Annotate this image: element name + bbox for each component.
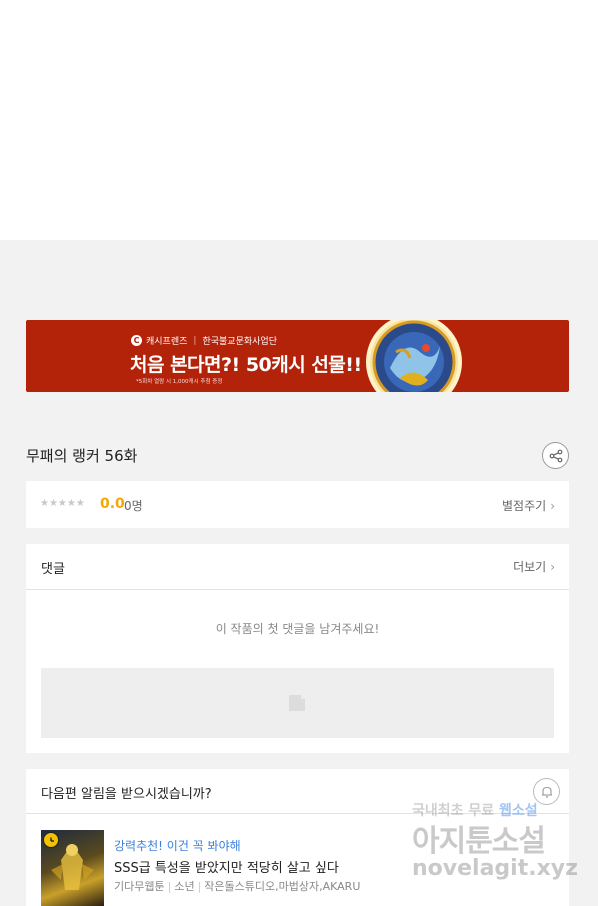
notify-card: 다음편 알림을 받으시겠습니까? 강력추천! 이건 꼭 봐야해 SSS급 특성을… bbox=[26, 769, 569, 906]
banner-headline: 처음 본다면?! 50캐시 선물!! bbox=[130, 354, 362, 376]
recommendation-category: 기다무웹툰 bbox=[114, 880, 165, 893]
episode-title: 무패의 랭커 56화 bbox=[26, 447, 138, 465]
recommendation-title[interactable]: SSS급 특성을 받았지만 적당히 살고 싶다 bbox=[114, 857, 339, 876]
notify-title: 다음편 알림을 받으시겠습니까? bbox=[41, 787, 212, 802]
clock-icon bbox=[43, 832, 59, 848]
promo-banner[interactable]: C 캐시프렌즈 | 한국불교문화사업단 처음 본다면?! 50캐시 선물!! *… bbox=[26, 320, 569, 392]
chevron-right-icon: › bbox=[550, 559, 555, 574]
rate-button[interactable]: 별점주기 › bbox=[502, 497, 555, 514]
chevron-right-icon: › bbox=[550, 498, 555, 513]
comments-empty-message: 이 작품의 첫 댓글을 남겨주세요! bbox=[215, 622, 380, 636]
banner-partner: 한국불교문화사업단 bbox=[202, 337, 277, 347]
notify-bell-button[interactable] bbox=[533, 778, 560, 805]
comment-input-box[interactable] bbox=[41, 668, 554, 738]
banner-separator: | bbox=[193, 335, 197, 346]
rating-score: 0.0 bbox=[100, 496, 125, 512]
comment-placeholder-icon bbox=[289, 695, 305, 711]
share-button[interactable] bbox=[542, 442, 569, 469]
comments-card: 댓글 더보기 › 이 작품의 첫 댓글을 남겨주세요! bbox=[26, 544, 569, 753]
rating-stars: ★★★★★ bbox=[40, 498, 85, 509]
cashfriends-logo-icon: C bbox=[131, 335, 142, 346]
share-icon bbox=[549, 449, 562, 462]
recommendation-genre: 소년 bbox=[174, 880, 195, 893]
recommendation-authors: 작은돌스튜디오,마법상자,AKARU bbox=[204, 880, 361, 893]
recommendation-thumbnail[interactable] bbox=[41, 830, 104, 906]
rating-votes: 0명 bbox=[124, 499, 143, 513]
recommendation-meta: 기다무웹툰 | 소년 | 작은돌스튜디오,마법상자,AKARU bbox=[114, 880, 361, 893]
banner-brand-row: C 캐시프렌즈 | 한국불교문화사업단 bbox=[131, 334, 277, 347]
recommendation-tag: 강력추천! 이건 꼭 봐야해 bbox=[114, 839, 241, 853]
blank-top-area bbox=[0, 0, 598, 240]
rating-card: ★★★★★ 0.0 0명 별점주기 › bbox=[26, 481, 569, 528]
rate-label: 별점주기 bbox=[502, 499, 547, 513]
comments-more-button[interactable]: 더보기 › bbox=[513, 558, 555, 575]
banner-fine-print: *5화차 열람 시 1,000캐시 추첨 증정 bbox=[136, 379, 223, 385]
comments-header: 댓글 더보기 › bbox=[26, 544, 569, 590]
notify-header: 다음편 알림을 받으시겠습니까? bbox=[26, 769, 569, 814]
comments-title: 댓글 bbox=[41, 562, 65, 577]
comments-more-label: 더보기 bbox=[513, 560, 547, 574]
dragon-medal-image bbox=[366, 320, 462, 392]
banner-brand: 캐시프렌즈 bbox=[146, 337, 188, 347]
bell-icon bbox=[541, 786, 552, 798]
